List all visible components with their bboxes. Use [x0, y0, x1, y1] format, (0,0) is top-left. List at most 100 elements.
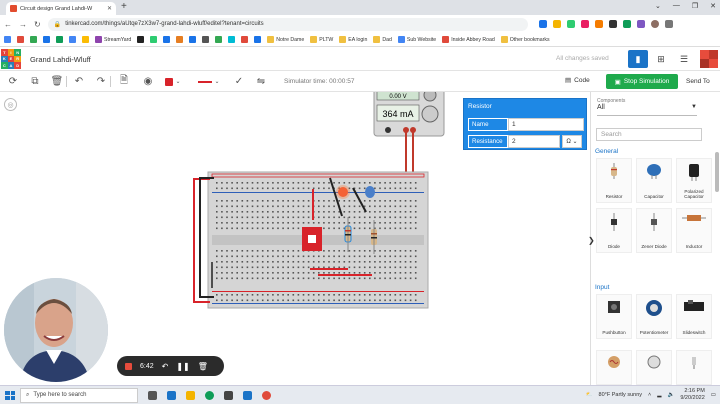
component-diode[interactable]: Diode — [596, 208, 632, 253]
unit-select[interactable]: Ω ⌄ — [562, 135, 582, 148]
clock[interactable]: 2:16 PM 9/20/2022 — [680, 388, 704, 401]
component-resistor[interactable]: Resistor — [596, 158, 632, 203]
delete-icon[interactable]: 🗑 — [50, 75, 64, 88]
bookmark-item[interactable]: Dad — [373, 36, 392, 43]
blue-led[interactable] — [365, 186, 375, 198]
bookmark-item[interactable] — [56, 36, 63, 43]
undo-icon[interactable]: ↶ — [72, 75, 86, 88]
extension-icon[interactable] — [608, 20, 617, 28]
copy-icon[interactable]: ⧉ — [28, 75, 42, 88]
bookmark-item[interactable] — [30, 36, 37, 43]
menu-icon[interactable] — [664, 20, 673, 28]
network-icon[interactable]: ▂ — [657, 392, 661, 398]
component-potentiometer-2[interactable] — [636, 350, 672, 385]
bookmark-item[interactable] — [215, 36, 223, 43]
circuit-view-button[interactable]: ▮ — [628, 50, 648, 68]
app-icon[interactable] — [243, 390, 252, 400]
chrome-icon[interactable] — [262, 390, 271, 400]
extension-icon[interactable] — [580, 20, 589, 28]
bookmark-item[interactable] — [4, 36, 11, 43]
red-led[interactable] — [336, 185, 350, 199]
bookmark-item[interactable] — [228, 36, 236, 43]
back-icon[interactable]: ← — [4, 20, 12, 29]
bookmark-item[interactable] — [17, 36, 24, 43]
send-to-button[interactable]: Send To — [686, 78, 710, 85]
component-photoresistor[interactable] — [596, 350, 632, 385]
profile-avatar[interactable] — [650, 20, 659, 28]
share-icon[interactable] — [538, 20, 547, 28]
taskbar-search-input[interactable]: ⌕ Type here to search — [20, 387, 138, 403]
task-view-icon[interactable] — [148, 390, 157, 400]
collapse-panel-icon[interactable]: ❯ — [588, 236, 595, 245]
multimeter[interactable]: 0.00 V 364 mA — [373, 92, 445, 137]
tray-chevron-icon[interactable]: ˄ — [648, 392, 651, 398]
edge-icon[interactable] — [205, 390, 214, 400]
code-button[interactable]: ▤ Code — [565, 76, 590, 85]
bookmark-item[interactable] — [82, 36, 89, 43]
close-icon[interactable]: ✕ — [710, 2, 716, 10]
notes-icon[interactable]: 🗎 — [117, 75, 131, 88]
address-bar[interactable]: 🔒 tinkercad.com/things/aUtqe7zX3w7-grand… — [47, 17, 528, 31]
bookmark-item[interactable] — [254, 36, 262, 43]
eye-icon[interactable]: ◉ — [141, 75, 155, 88]
component-sensor[interactable] — [676, 350, 712, 385]
component-inductor[interactable]: Inductor — [676, 208, 712, 253]
wire-type-button[interactable]: ⌄ — [198, 75, 220, 88]
component-list-button[interactable]: ☰ — [674, 50, 694, 68]
components-dropdown[interactable]: Components All ▼ — [597, 98, 697, 116]
flip-icon[interactable]: ✓ — [232, 75, 246, 88]
component-potentiometer[interactable]: Potentiometer — [636, 294, 672, 339]
component-capacitor[interactable]: Capacitor — [636, 158, 672, 203]
tab-close-icon[interactable]: ✕ — [107, 5, 112, 12]
bookmark-item[interactable] — [137, 36, 145, 43]
notifications-icon[interactable]: ▭ — [711, 392, 716, 398]
store-icon[interactable] — [224, 390, 233, 400]
extension-icon[interactable] — [566, 20, 575, 28]
red-switch[interactable] — [302, 227, 322, 251]
bookmark-item[interactable]: Inside Abbey Road — [442, 36, 495, 43]
bookmark-item[interactable]: PLTW — [310, 36, 333, 43]
bookmark-item[interactable] — [202, 36, 210, 43]
star-icon[interactable] — [552, 20, 561, 28]
component-search-input[interactable]: Search — [596, 128, 702, 141]
bookmark-item[interactable]: StreamYard — [95, 36, 131, 43]
resistance-input[interactable]: 2 — [508, 135, 560, 148]
bookmark-item[interactable] — [163, 36, 171, 43]
minimize-icon[interactable]: — — [673, 2, 680, 10]
component-slideswitch[interactable]: Slideswitch — [676, 294, 712, 339]
tinkercad-logo[interactable]: TIN KER CAD — [1, 49, 21, 69]
name-input[interactable]: 1 — [508, 118, 584, 131]
component-zener-diode[interactable]: Zener Diode — [636, 208, 672, 253]
bookmark-item[interactable]: Sub Website — [397, 36, 436, 43]
file-explorer-icon[interactable] — [186, 390, 195, 400]
bookmark-item[interactable]: Other bookmarks — [500, 36, 550, 43]
user-avatar[interactable] — [700, 50, 718, 68]
rewind-icon[interactable]: ↶ — [162, 362, 169, 371]
design-title[interactable]: Grand Lahdi-Wluff — [30, 55, 91, 64]
redo-icon[interactable]: ↷ — [94, 75, 108, 88]
rotate-icon[interactable]: ⟳ — [6, 75, 20, 88]
component-polarized-capacitor[interactable]: Polarized Capacitor — [676, 158, 712, 203]
bookmark-item[interactable] — [69, 36, 76, 43]
extension-icon[interactable] — [622, 20, 631, 28]
chevron-down-icon[interactable]: ⌄ — [655, 2, 661, 10]
forward-icon[interactable]: → — [19, 20, 27, 29]
mirror-icon[interactable]: ⇋ — [254, 75, 268, 88]
reload-icon[interactable]: ↻ — [34, 20, 41, 29]
bookmark-item[interactable] — [241, 36, 249, 43]
bookmark-item[interactable] — [189, 36, 197, 43]
windows-start-icon[interactable] — [0, 386, 20, 404]
pause-icon[interactable]: ❚❚ — [176, 362, 189, 371]
bookmark-item[interactable] — [43, 36, 50, 43]
schematic-view-button[interactable]: ⊞ — [651, 50, 671, 68]
record-stop-icon[interactable] — [125, 362, 132, 370]
browser-tab[interactable]: Circuit design Grand Lahdi-W ✕ — [6, 2, 116, 15]
volume-icon[interactable]: 🔈 — [667, 392, 674, 398]
bookmark-item[interactable]: EA login — [339, 36, 367, 43]
extension-icon[interactable] — [594, 20, 603, 28]
trash-icon[interactable]: 🗑 — [198, 362, 208, 371]
panel-scrollbar[interactable] — [715, 152, 719, 192]
bookmark-item[interactable] — [150, 36, 158, 43]
color-picker-button[interactable]: ⌄ — [165, 75, 181, 88]
bookmark-item[interactable] — [176, 36, 184, 43]
